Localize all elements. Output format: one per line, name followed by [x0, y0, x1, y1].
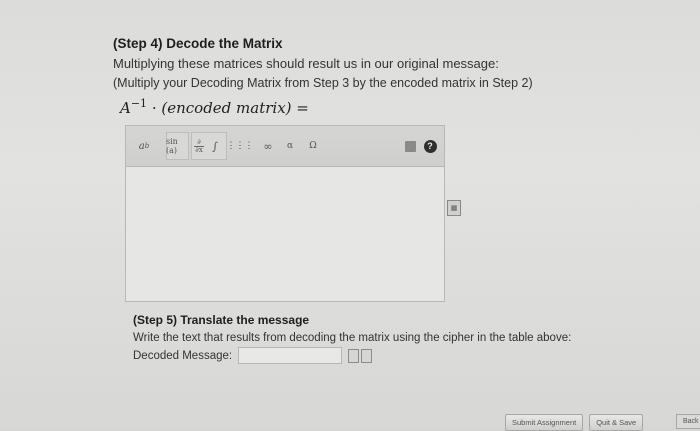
math-input-area[interactable] [126, 167, 444, 301]
assignment-page: (Step 4) Decode the Matrix Multiplying t… [0, 0, 700, 431]
footer-actions: Submit Assignment Quit & Save [505, 414, 644, 431]
trash-icon-shape [404, 140, 416, 152]
back-button[interactable]: Back [676, 414, 700, 429]
formula-rest: · (encoded matrix) = [151, 99, 309, 117]
alpha-button[interactable]: α [283, 134, 297, 158]
help-button[interactable]: ? [423, 134, 437, 158]
formula-exponent: −1 [130, 97, 148, 110]
integral-button[interactable]: ∫ [208, 134, 222, 158]
step5-title: (Step 5) Translate the message [133, 313, 310, 327]
formula-base: A [120, 99, 131, 117]
step4-description: Multiplying these matrices should result… [113, 56, 499, 71]
sin-button[interactable]: sin (a) [166, 134, 188, 158]
trash-icon[interactable] [403, 134, 417, 158]
step5-description: Write the text that results from decodin… [133, 332, 572, 344]
infinity-button[interactable]: ∞ [261, 134, 275, 158]
help-icon: ? [423, 139, 437, 153]
step4-title: (Step 4) Decode the Matrix [113, 36, 283, 51]
decoded-message-input[interactable] [238, 347, 342, 364]
keypad-icon[interactable]: ▦ [447, 200, 461, 216]
quit-save-button[interactable]: Quit & Save [589, 414, 644, 431]
derivative-button[interactable]: ∂ ∂x [192, 134, 206, 158]
power-exponent: b [144, 142, 150, 150]
omega-button[interactable]: Ω [306, 134, 320, 158]
submit-assignment-button[interactable]: Submit Assignment [505, 414, 584, 431]
decoded-message-label: Decoded Message: [133, 350, 233, 362]
keypad-small-icon[interactable] [348, 349, 359, 363]
decoded-message-tools [348, 349, 372, 363]
math-toolbar: ab sin (a) ∂ ∂x ∫ ⋮⋮⋮ ∞ α Ω ? [126, 126, 444, 167]
preview-small-icon[interactable] [361, 349, 372, 363]
math-editor: ab sin (a) ∂ ∂x ∫ ⋮⋮⋮ ∞ α Ω ? [125, 125, 445, 302]
matrix-button[interactable]: ⋮⋮⋮ [227, 134, 254, 158]
step4-instruction: (Multiply your Decoding Matrix from Step… [113, 76, 533, 90]
formula: A−1 · (encoded matrix) = [120, 97, 309, 117]
derivative-numerator: ∂ [197, 137, 201, 146]
power-button[interactable]: ab [134, 134, 154, 158]
derivative-denominator: ∂x [194, 145, 204, 154]
